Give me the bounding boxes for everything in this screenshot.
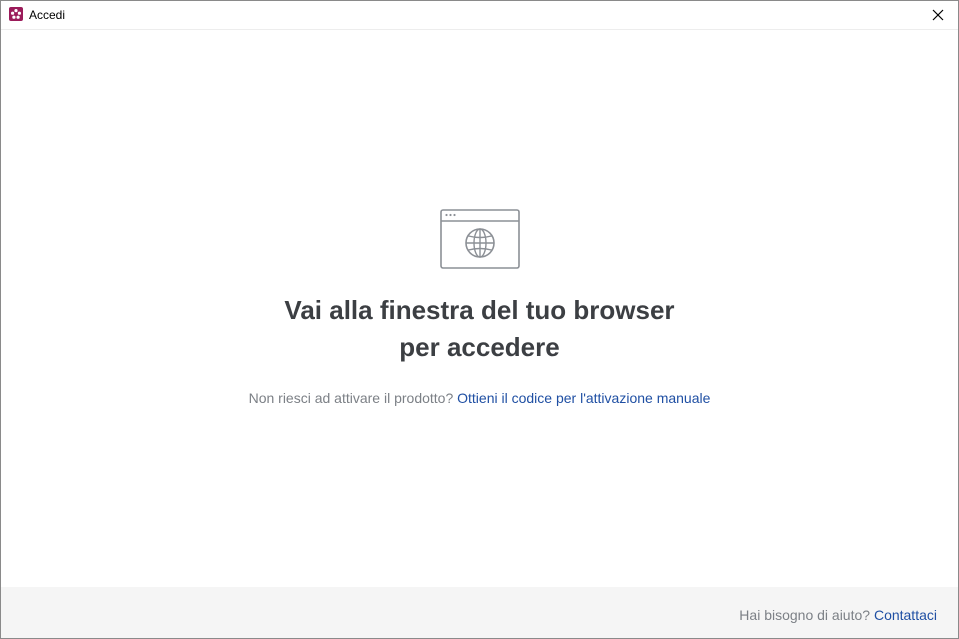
heading-line-2: per accedere — [399, 332, 560, 362]
close-button[interactable] — [918, 1, 958, 29]
title-bar: Accedi — [1, 1, 958, 30]
footer-help: Hai bisogno di aiuto? Contattaci — [739, 606, 937, 624]
help-question: Hai bisogno di aiuto? — [739, 607, 871, 623]
contact-link[interactable]: Contattaci — [874, 607, 937, 623]
footer-bar: Hai bisogno di aiuto? Contattaci — [1, 587, 958, 638]
page-heading: Vai alla finestra del tuo browser per ac… — [1, 292, 958, 366]
heading-line-1: Vai alla finestra del tuo browser — [284, 295, 675, 325]
app-logo-icon — [9, 7, 23, 21]
activation-help: Non riesci ad attivare il prodotto? Otti… — [1, 389, 958, 407]
window-title: Accedi — [29, 8, 66, 22]
main-content: Vai alla finestra del tuo browser per ac… — [1, 30, 958, 586]
manual-activation-link[interactable]: Ottieni il codice per l'attivazione manu… — [457, 390, 710, 406]
activation-question: Non riesci ad attivare il prodotto? — [248, 390, 454, 406]
accedi-window: Accedi Vai alla finestra del tuo browser… — [0, 0, 959, 639]
browser-globe-icon — [440, 209, 520, 269]
close-icon — [932, 9, 944, 21]
